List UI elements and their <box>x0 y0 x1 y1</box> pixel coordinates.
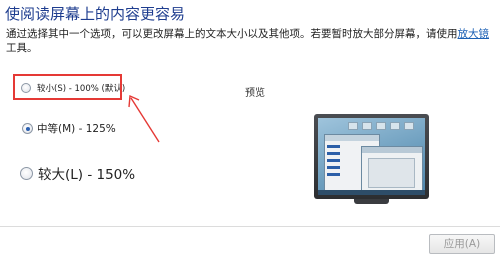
monitor-preview-image <box>314 114 429 199</box>
radio-smaller[interactable] <box>21 83 31 93</box>
preview-label: 预览 <box>245 88 265 99</box>
description-text: 通过选择其中一个选项，可以更改屏幕上的文本大小以及其他项。若要暂时放大部分屏幕，… <box>6 28 458 40</box>
apply-button[interactable]: 应用(A) <box>429 234 495 254</box>
annotation-arrow <box>128 94 160 143</box>
option-larger[interactable]: 较大(L) - 150% <box>20 163 135 183</box>
magnifier-link[interactable]: 放大镜 <box>458 28 490 40</box>
page-title: 使阅读屏幕上的内容更容易 <box>5 5 186 23</box>
option-smaller-label: 较小(S) - 100% (默认) <box>37 84 126 94</box>
option-medium[interactable]: 中等(M) - 125% <box>22 121 116 136</box>
radio-medium[interactable] <box>22 123 33 134</box>
option-medium-label: 中等(M) - 125% <box>37 123 116 135</box>
option-smaller[interactable]: 较小(S) - 100% (默认) <box>21 82 125 94</box>
preview-taskbar <box>318 190 425 195</box>
description-suffix: 工具。 <box>6 42 38 54</box>
radio-larger[interactable] <box>20 166 33 180</box>
option-larger-label: 较大(L) - 150% <box>38 167 136 183</box>
preview-window-2 <box>361 146 423 194</box>
page-description: 通过选择其中一个选项，可以更改屏幕上的文本大小以及其他项。若要暂时放大部分屏幕，… <box>6 27 494 55</box>
footer-divider <box>0 226 500 227</box>
monitor-stand <box>354 199 389 204</box>
preview-screen <box>318 118 425 195</box>
